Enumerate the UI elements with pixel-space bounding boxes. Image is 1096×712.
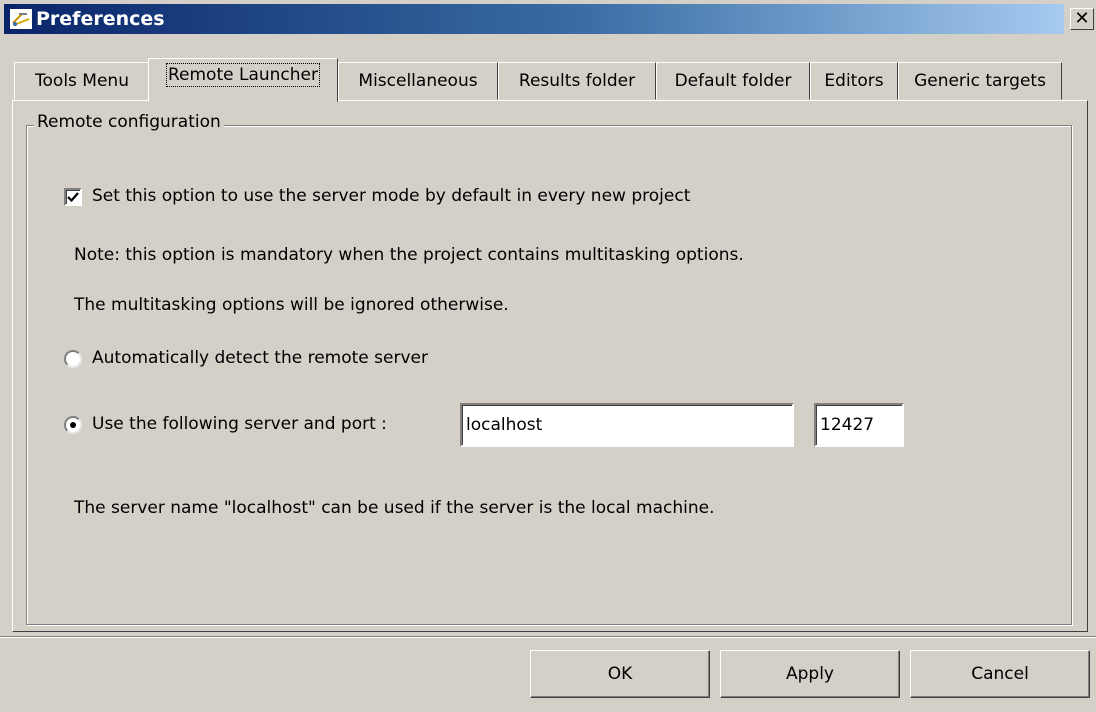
port-input[interactable]	[814, 403, 904, 447]
tab-label: Default folder	[674, 71, 792, 91]
server-mode-checkbox[interactable]	[64, 188, 82, 206]
tab-default-folder[interactable]: Default folder	[656, 62, 810, 100]
title-bar[interactable]: Preferences ✕	[4, 4, 1096, 34]
footer-separator-highlight	[0, 637, 1096, 638]
app-icon	[10, 9, 32, 29]
radio-selected-dot	[70, 422, 76, 428]
tab-results-folder[interactable]: Results folder	[498, 62, 656, 100]
radio-auto-detect[interactable]	[64, 350, 82, 368]
server-input[interactable]	[460, 403, 794, 447]
server-mode-label[interactable]: Set this option to use the server mode b…	[92, 185, 690, 207]
note-text-2: The multitasking options will be ignored…	[74, 295, 509, 315]
radio-auto-detect-label[interactable]: Automatically detect the remote server	[92, 347, 428, 369]
radio-use-server[interactable]	[64, 416, 82, 434]
cancel-button[interactable]: Cancel	[910, 650, 1090, 698]
ok-button[interactable]: OK	[530, 650, 710, 698]
checkmark-icon	[67, 192, 79, 203]
window-title: Preferences	[36, 8, 165, 30]
note-text: Note: this option is mandatory when the …	[74, 245, 744, 265]
group-legend: Remote configuration	[34, 111, 224, 133]
radio-use-server-label[interactable]: Use the following server and port :	[92, 413, 387, 435]
tab-tools-menu[interactable]: Tools Menu	[14, 62, 150, 100]
tab-generic-targets[interactable]: Generic targets	[898, 62, 1062, 100]
server-hint-text: The server name "localhost" can be used …	[74, 498, 715, 518]
tab-strip: Tools Menu Remote Launcher Miscellaneous…	[14, 58, 1084, 102]
preferences-window: Preferences ✕ Tools Menu Remote Launcher…	[0, 0, 1096, 712]
tab-label: Results folder	[518, 71, 636, 91]
tab-label: Editors	[824, 71, 884, 91]
close-icon: ✕	[1074, 8, 1090, 29]
apply-button[interactable]: Apply	[720, 650, 900, 698]
tab-label: Miscellaneous	[358, 71, 478, 91]
tab-label: Tools Menu	[35, 71, 129, 91]
close-button[interactable]: ✕	[1070, 8, 1094, 30]
tab-remote-launcher[interactable]: Remote Launcher	[148, 58, 338, 102]
tab-label: Generic targets	[914, 71, 1046, 91]
tab-editors[interactable]: Editors	[810, 62, 898, 100]
tab-miscellaneous[interactable]: Miscellaneous	[338, 62, 498, 100]
tab-label: Remote Launcher	[165, 63, 321, 87]
